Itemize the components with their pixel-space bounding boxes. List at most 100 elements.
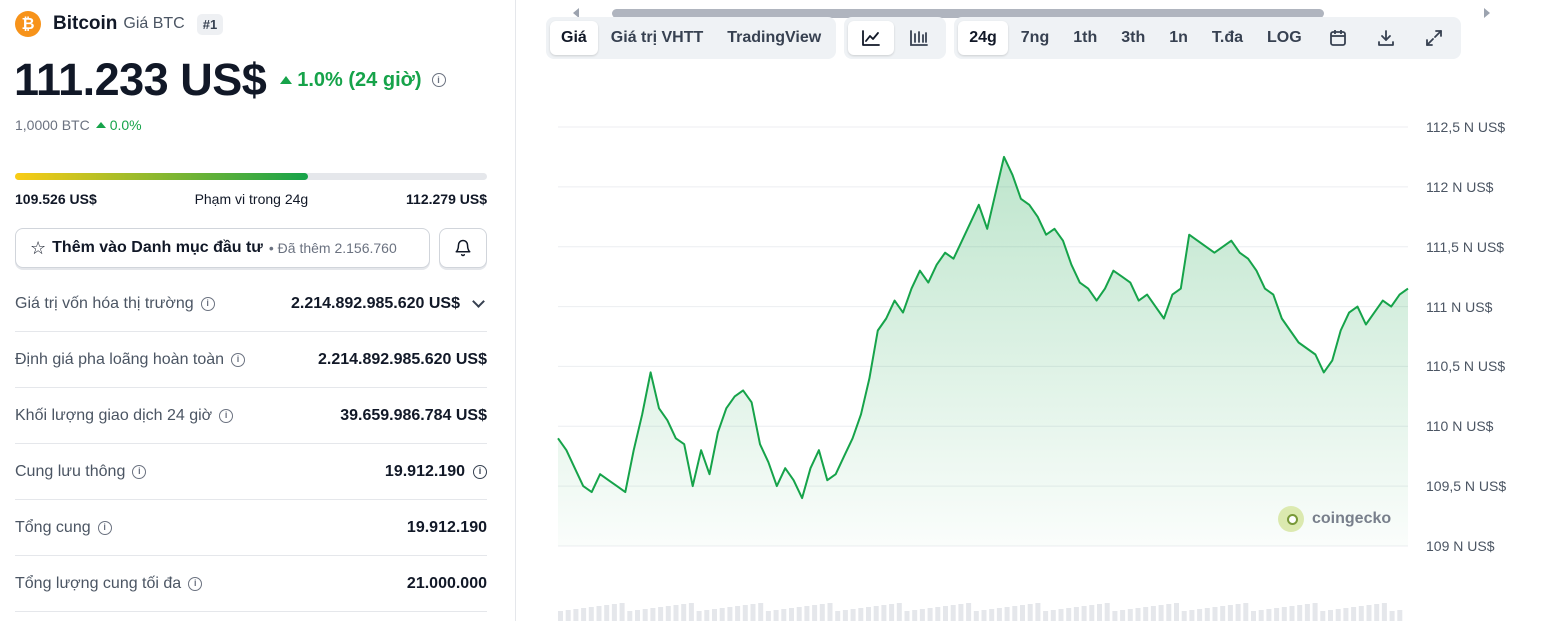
- stat-row-max-supply: Tổng lượng cung tối đa i 21.000.000: [15, 556, 487, 612]
- volume-bar: [1127, 609, 1133, 621]
- price-chart-svg[interactable]: [540, 90, 1541, 621]
- volume-bar: [1204, 608, 1210, 621]
- price-change: 1.0% (24 giờ): [280, 68, 422, 92]
- volume-bar: [1143, 607, 1149, 621]
- stat-label: Khối lượng giao dịch 24 giờ i: [15, 407, 234, 425]
- range-24h[interactable]: 24g: [958, 21, 1008, 55]
- volume-bar: [665, 606, 671, 621]
- candlestick-button[interactable]: [896, 21, 942, 55]
- volume-bar: [927, 608, 933, 621]
- range-3m[interactable]: 3th: [1110, 21, 1156, 55]
- info-icon[interactable]: i: [200, 296, 215, 311]
- info-icon[interactable]: i: [132, 464, 147, 479]
- tab-price[interactable]: Giá: [550, 21, 598, 55]
- price-row: 111.233 US$ 1.0% (24 giờ) i: [14, 54, 446, 106]
- volume-bar: [1297, 605, 1303, 621]
- volume-bar: [981, 610, 987, 621]
- range-1y[interactable]: 1n: [1158, 21, 1199, 55]
- tab-tradingview[interactable]: TradingView: [716, 21, 832, 55]
- volume-bar: [1289, 606, 1295, 621]
- stat-row-fdv: Định giá pha loãng hoàn toàn i 2.214.892.…: [15, 332, 487, 388]
- range-label: Phạm vi trong 24g: [194, 191, 309, 207]
- volume-bar: [1197, 609, 1203, 621]
- stat-label: Giá trị vốn hóa thị trường i: [15, 295, 215, 313]
- price-chart[interactable]: 112,5 N US$ 112 N US$ 111,5 N US$ 111 N US$…: [540, 90, 1541, 621]
- scroll-right-icon[interactable]: [1484, 8, 1490, 18]
- volume-bar: [935, 607, 941, 621]
- volume-bar: [1089, 605, 1095, 621]
- log-scale-button[interactable]: LOG: [1256, 21, 1313, 55]
- y-tick-label: 111 N US$: [1426, 298, 1493, 315]
- info-icon[interactable]: i: [431, 73, 446, 87]
- volume-bar: [758, 603, 764, 621]
- volume-bar: [1343, 608, 1349, 621]
- rank-badge: #1: [196, 13, 224, 35]
- stat-value[interactable]: 2.214.892.985.620 US$: [291, 295, 487, 313]
- volume-bar: [627, 611, 633, 621]
- volume-bar: [1181, 611, 1187, 621]
- y-tick-label: 110,5 N US$: [1426, 358, 1506, 375]
- stat-label: Tổng cung i: [15, 519, 112, 537]
- price-change-value: 1.0% (24 giờ): [297, 68, 422, 91]
- volume-bar: [989, 609, 995, 621]
- volume-bar: [996, 608, 1002, 621]
- chevron-down-icon[interactable]: [472, 294, 485, 308]
- stat-value: 2.214.892.985.620 US$: [317, 350, 487, 368]
- volume-bar: [1112, 611, 1118, 621]
- info-icon[interactable]: i: [473, 464, 487, 479]
- volume-bar: [1189, 610, 1195, 621]
- chart-style-group: [844, 17, 947, 59]
- volume-bar: [712, 609, 717, 621]
- stat-row-volume: Khối lượng giao dịch 24 giờ i 39.659.986.…: [15, 388, 487, 444]
- price-alert-button[interactable]: [439, 228, 487, 268]
- range-7d[interactable]: 7ng: [1010, 21, 1060, 55]
- volume-bar: [1274, 608, 1280, 621]
- volume-bar: [1220, 606, 1226, 621]
- volume-bar: [1374, 604, 1380, 621]
- volume-bar: [1066, 608, 1072, 621]
- btc-change-value: 0.0%: [109, 117, 142, 133]
- info-icon[interactable]: i: [219, 408, 234, 423]
- coingecko-watermark: coingecko: [1278, 506, 1391, 532]
- volume-bar: [1073, 607, 1079, 621]
- range-max[interactable]: T.đa: [1201, 21, 1254, 55]
- volume-bar: [704, 610, 710, 621]
- volume-bar: [1366, 605, 1372, 621]
- add-to-portfolio-button[interactable]: ☆ Thêm vào Danh mục đầu tư • Đã thêm 2.1…: [15, 228, 430, 268]
- volume-bar: [966, 603, 972, 621]
- calendar-button[interactable]: [1315, 21, 1361, 55]
- coingecko-logo-icon: [1278, 506, 1304, 532]
- stat-label: Cung lưu thông i: [15, 463, 147, 481]
- volume-bar: [842, 610, 848, 621]
- volume-bar: [796, 607, 802, 621]
- volume-bar: [819, 604, 825, 621]
- volume-bar: [919, 609, 925, 621]
- volume-bar: [1043, 611, 1049, 621]
- volume-bar: [1389, 611, 1395, 621]
- coin-name: Bitcoin: [53, 13, 118, 34]
- tab-market-cap[interactable]: Giá trị VHTT: [600, 21, 714, 55]
- volume-bar: [896, 603, 902, 621]
- info-icon[interactable]: i: [188, 576, 203, 591]
- info-icon[interactable]: i: [97, 520, 112, 535]
- volume-bar: [1235, 604, 1241, 621]
- volume-bar: [866, 607, 871, 621]
- volume-bar: [1320, 611, 1326, 621]
- expand-button[interactable]: [1411, 21, 1457, 55]
- volume-bar: [735, 606, 741, 621]
- caret-up-icon: [95, 122, 106, 128]
- line-chart-button[interactable]: [848, 21, 895, 55]
- stat-value: 19.912.190: [406, 518, 487, 536]
- info-icon[interactable]: i: [231, 352, 246, 367]
- range-1m[interactable]: 1th: [1062, 21, 1108, 55]
- volume-bar: [850, 609, 856, 621]
- download-button[interactable]: [1363, 21, 1409, 55]
- volume-bar: [912, 610, 918, 621]
- volume-bar: [881, 605, 887, 621]
- bitcoin-logo-icon: ₿: [15, 11, 41, 37]
- current-price: 111.233 US$: [14, 54, 267, 105]
- volume-bar: [827, 603, 833, 621]
- time-range-group: 24g 7ng 1th 3th 1n T.đa LOG: [954, 17, 1461, 59]
- y-tick-label: 110 N US$: [1426, 418, 1494, 435]
- coin-header: ₿ Bitcoin Giá BTC #1: [15, 11, 224, 37]
